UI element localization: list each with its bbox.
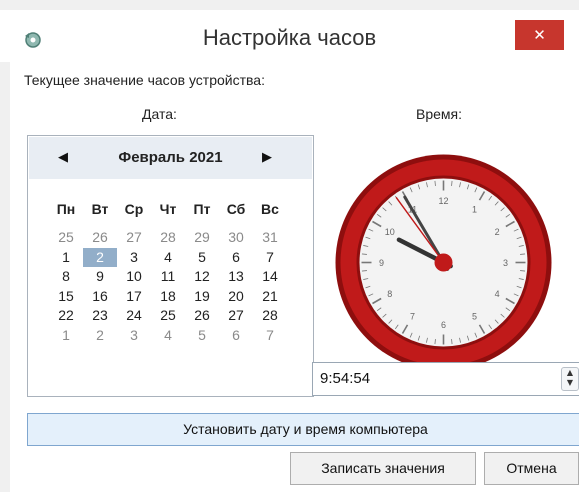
- clock-numeral: 9: [379, 258, 384, 268]
- weekday-label: Вт: [91, 201, 109, 217]
- analog-clock: 121234567891011: [335, 154, 552, 371]
- clock-tick: [451, 339, 453, 345]
- calendar-day[interactable]: 8: [49, 267, 83, 287]
- time-input[interactable]: 9:54:54 ▲ ▼: [312, 362, 579, 396]
- calendar-day[interactable]: 15: [49, 287, 83, 307]
- set-computer-time-button[interactable]: Установить дату и время компьютера: [27, 413, 579, 446]
- time-spin-button[interactable]: ▲ ▼: [561, 367, 579, 391]
- close-button[interactable]: ✕: [515, 20, 564, 50]
- calendar-day[interactable]: 10: [117, 267, 151, 287]
- calendar-day[interactable]: 23: [83, 306, 117, 326]
- weekday-header-row: Пн Вт Ср Чт Пт Сб Вс: [49, 200, 287, 228]
- weekday-label: Ср: [124, 201, 144, 217]
- clock-numeral: 4: [495, 289, 500, 299]
- calendar-day[interactable]: 25: [151, 306, 185, 326]
- calendar-day[interactable]: 3: [117, 326, 151, 346]
- next-month-button[interactable]: ▶: [257, 149, 277, 167]
- close-icon: ✕: [533, 26, 546, 44]
- calendar-day[interactable]: 14: [253, 267, 287, 287]
- clock-tick: [451, 180, 453, 186]
- clock-numeral: 5: [472, 312, 477, 322]
- calendar-day[interactable]: 26: [83, 228, 117, 248]
- date-label: Дата:: [142, 106, 177, 122]
- calendar-day[interactable]: 4: [151, 326, 185, 346]
- calendar-day[interactable]: 1: [49, 326, 83, 346]
- calendar-day[interactable]: 16: [83, 287, 117, 307]
- calendar-header: ◀ Февраль 2021 ▶: [29, 137, 312, 179]
- dialog-content: Текущее значение часов устройства: Дата:…: [10, 62, 579, 492]
- clock-tick: [434, 180, 436, 186]
- calendar-day[interactable]: 30: [219, 228, 253, 248]
- calendar-week-row: 1234567: [49, 247, 287, 268]
- calendar-day[interactable]: 7: [253, 326, 287, 346]
- calendar-day[interactable]: 26: [185, 306, 219, 326]
- calendar-day[interactable]: 27: [219, 306, 253, 326]
- calendar-grid: Пн Вт Ср Чт Пт Сб Вс 25 26 27 28 29 30 31 1 2 3 4 5 6 7 8 9 10 1…: [49, 200, 287, 345]
- clock-numeral: 1: [472, 204, 477, 214]
- calendar-week-row: 25 26 27 28 29 30 31: [49, 228, 287, 248]
- calendar-day[interactable]: 3: [117, 248, 151, 268]
- clock-numeral: 10: [385, 227, 395, 237]
- title-bar: Настройка часов ✕: [0, 10, 579, 62]
- calendar-day[interactable]: 2: [83, 247, 117, 267]
- cancel-button[interactable]: Отмена: [484, 452, 579, 485]
- calendar-day[interactable]: 9: [83, 267, 117, 287]
- weekday-label: Сб: [226, 201, 246, 217]
- clock-numeral: 3: [503, 258, 508, 268]
- calendar-day[interactable]: 5: [185, 326, 219, 346]
- clock-tick: [434, 339, 436, 345]
- calendar-day[interactable]: 1: [49, 248, 83, 268]
- calendar-day[interactable]: 2: [83, 326, 117, 346]
- calendar-day[interactable]: 25: [49, 228, 83, 248]
- clock-numeral: 6: [441, 320, 446, 330]
- clock-tick: [520, 270, 526, 272]
- calendar-day[interactable]: 28: [253, 306, 287, 326]
- calendar-day[interactable]: 31: [253, 228, 287, 248]
- calendar-day[interactable]: 13: [219, 267, 253, 287]
- calendar-day[interactable]: 18: [151, 287, 185, 307]
- calendar-day[interactable]: 24: [117, 306, 151, 326]
- clock-tick: [520, 253, 526, 255]
- clock-numeral: 7: [410, 312, 415, 322]
- clock-center-cap: [434, 253, 453, 272]
- calendar-day[interactable]: 4: [151, 248, 185, 268]
- calendar-week-row: 22 23 24 25 26 27 28: [49, 306, 287, 326]
- clock-numeral: 2: [495, 227, 500, 237]
- clock-numeral: 12: [438, 196, 448, 206]
- calendar-day[interactable]: 28: [151, 228, 185, 248]
- calendar-week-row: 1234567: [49, 326, 287, 346]
- time-input-value[interactable]: 9:54:54: [320, 370, 370, 387]
- weekday-label: Пн: [56, 201, 76, 217]
- clock-tick: [361, 253, 367, 255]
- weekday-label: Пт: [193, 201, 211, 217]
- calendar-day[interactable]: 27: [117, 228, 151, 248]
- weekday-label: Вс: [261, 201, 279, 217]
- current-value-label: Текущее значение часов устройства:: [24, 72, 265, 88]
- clock-settings-window: Настройка часов ✕ Текущее значение часов…: [0, 0, 579, 492]
- calendar-day[interactable]: 5: [185, 248, 219, 268]
- calendar-day[interactable]: 17: [117, 287, 151, 307]
- calendar-day[interactable]: 11: [151, 267, 185, 287]
- calendar-day[interactable]: 29: [185, 228, 219, 248]
- calendar-day[interactable]: 22: [49, 306, 83, 326]
- clock-numeral: 8: [387, 289, 392, 299]
- save-button[interactable]: Записать значения: [290, 452, 476, 485]
- calendar-day[interactable]: 6: [219, 326, 253, 346]
- calendar-day[interactable]: 12: [185, 267, 219, 287]
- calendar: ◀ Февраль 2021 ▶ Пн Вт Ср Чт Пт Сб Вс 25 26 27 28 2…: [27, 135, 314, 397]
- window-title: Настройка часов: [202, 25, 377, 50]
- calendar-week-row: 8 9 10 11 12 13 14: [49, 267, 287, 287]
- weekday-label: Чт: [159, 201, 177, 217]
- calendar-day[interactable]: 20: [219, 287, 253, 307]
- calendar-day[interactable]: 6: [219, 248, 253, 268]
- clock-tick: [361, 270, 367, 272]
- time-label: Время:: [416, 106, 463, 122]
- calendar-day[interactable]: 7: [253, 248, 287, 268]
- calendar-week-row: 15 16 17 18 19 20 21: [49, 287, 287, 307]
- calendar-day[interactable]: 19: [185, 287, 219, 307]
- calendar-day[interactable]: 21: [253, 287, 287, 307]
